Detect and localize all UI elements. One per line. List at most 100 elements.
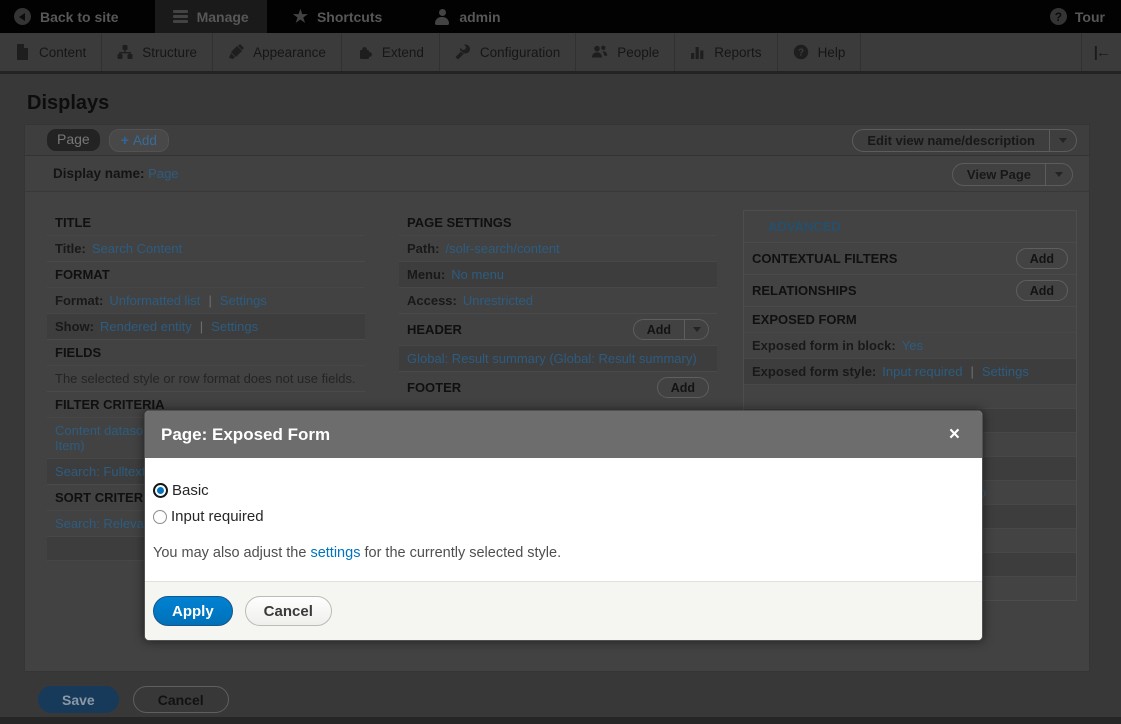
menu-label: Help bbox=[818, 45, 846, 60]
bar-chart-icon bbox=[690, 44, 705, 60]
show-link[interactable]: Rendered entity bbox=[100, 319, 192, 334]
menu-label: People bbox=[617, 45, 659, 60]
section-format: FORMAT bbox=[47, 261, 365, 287]
display-name-label: Display name: bbox=[53, 166, 145, 181]
menu-item-reports[interactable]: Reports bbox=[675, 33, 777, 71]
exposed-style-link[interactable]: Input required bbox=[882, 364, 962, 379]
chevron-down-icon[interactable] bbox=[1045, 164, 1072, 185]
toolbar-item-manage[interactable]: Manage bbox=[155, 0, 267, 33]
back-arrow-icon bbox=[14, 8, 31, 25]
format-settings-link[interactable]: Settings bbox=[220, 293, 267, 308]
admin-label: admin bbox=[459, 9, 500, 25]
path-row: Path:/solr-search/content bbox=[399, 235, 717, 261]
display-tabs-bar: Page + Add Edit view name/description bbox=[25, 125, 1089, 156]
menu-item-people[interactable]: People bbox=[576, 33, 675, 71]
close-icon[interactable]: × bbox=[943, 425, 966, 444]
save-button[interactable]: Save bbox=[38, 686, 119, 713]
manage-label: Manage bbox=[197, 9, 249, 25]
chevron-down-icon[interactable] bbox=[1049, 130, 1076, 151]
menu-row: Menu:No menu bbox=[399, 261, 717, 287]
hamburger-icon bbox=[173, 10, 188, 23]
user-icon bbox=[434, 9, 450, 25]
menu-link[interactable]: No menu bbox=[451, 267, 504, 282]
section-contextual-filters: CONTEXTUAL FILTERS Add bbox=[744, 242, 1076, 274]
menu-label: Reports bbox=[714, 45, 761, 60]
edit-view-name-button[interactable]: Edit view name/description bbox=[852, 129, 1077, 152]
relationships-add-button[interactable]: Add bbox=[1016, 280, 1068, 301]
display-tab-page[interactable]: Page bbox=[47, 129, 100, 151]
back-to-site-button[interactable]: Back to site bbox=[0, 0, 133, 33]
admin-toolbar: Back to site Manage ★ Shortcuts admin ? … bbox=[0, 0, 1121, 33]
format-link[interactable]: Unformatted list bbox=[109, 293, 200, 308]
access-link[interactable]: Unrestricted bbox=[463, 293, 533, 308]
radio-input-required-label: Input required bbox=[171, 508, 264, 525]
menu-label: Configuration bbox=[480, 45, 560, 60]
title-link[interactable]: Search Content bbox=[92, 241, 182, 256]
star-icon: ★ bbox=[293, 8, 308, 25]
toolbar-item-shortcuts[interactable]: ★ Shortcuts bbox=[279, 0, 397, 33]
section-header: HEADER Add bbox=[399, 313, 717, 345]
toolbar-item-admin[interactable]: admin bbox=[420, 0, 514, 33]
dialog-hint: You may also adjust the settings for the… bbox=[153, 545, 966, 561]
paintbrush-icon bbox=[228, 44, 244, 60]
footer-add-button[interactable]: Add bbox=[657, 377, 709, 398]
apply-button[interactable]: Apply bbox=[153, 596, 233, 626]
radio-unselected-icon[interactable] bbox=[153, 510, 167, 524]
dialog-header[interactable]: Page: Exposed Form × bbox=[145, 411, 982, 458]
page-title: Displays bbox=[27, 92, 109, 115]
radio-selected-icon[interactable] bbox=[153, 483, 168, 498]
dialog-body: Basic Input required You may also adjust… bbox=[145, 458, 982, 581]
tour-label: Tour bbox=[1075, 9, 1105, 25]
display-name-bar: Display name: Page View Page bbox=[25, 156, 1089, 192]
add-display-label: Add bbox=[133, 133, 157, 148]
path-link[interactable]: /solr-search/content bbox=[446, 241, 560, 256]
dialog-cancel-button[interactable]: Cancel bbox=[245, 596, 332, 626]
fields-note-row: The selected style or row format does no… bbox=[47, 365, 365, 391]
question-icon: ? bbox=[793, 44, 809, 60]
section-exposed-form: EXPOSED FORM bbox=[744, 306, 1076, 332]
section-relationships: RELATIONSHIPS Add bbox=[744, 274, 1076, 306]
tour-button[interactable]: ? Tour bbox=[1034, 0, 1121, 33]
dialog-title: Page: Exposed Form bbox=[161, 425, 330, 445]
exposed-block-link[interactable]: Yes bbox=[902, 338, 923, 353]
header-add-button[interactable]: Add bbox=[633, 319, 709, 340]
chevron-down-icon[interactable] bbox=[684, 320, 708, 339]
view-page-button[interactable]: View Page bbox=[952, 163, 1073, 186]
show-settings-link[interactable]: Settings bbox=[211, 319, 258, 334]
cancel-button[interactable]: Cancel bbox=[133, 686, 229, 713]
back-to-site-label: Back to site bbox=[40, 9, 119, 25]
menu-item-content[interactable]: Content bbox=[0, 33, 102, 71]
section-footer: FOOTER Add bbox=[399, 371, 717, 403]
radio-option-basic[interactable]: Basic bbox=[153, 482, 966, 499]
menu-item-configuration[interactable]: Configuration bbox=[440, 33, 576, 71]
document-icon bbox=[15, 44, 30, 60]
advanced-link[interactable]: ADVANCED bbox=[768, 219, 841, 234]
result-summary-link[interactable]: Global: Result summary (Global: Result s… bbox=[407, 351, 697, 366]
exposed-style-settings-link[interactable]: Settings bbox=[982, 364, 1029, 379]
wrench-icon bbox=[455, 44, 471, 60]
title-row: Title:Search Content bbox=[47, 235, 365, 261]
header-item-row: Global: Result summary (Global: Result s… bbox=[399, 345, 717, 371]
views-column-second: PAGE SETTINGS Path:/solr-search/content … bbox=[399, 210, 717, 403]
puzzle-icon bbox=[357, 44, 373, 60]
contextual-filters-add-button[interactable]: Add bbox=[1016, 248, 1068, 269]
menu-item-extend[interactable]: Extend bbox=[342, 33, 440, 71]
menu-item-appearance[interactable]: Appearance bbox=[213, 33, 342, 71]
radio-basic-label: Basic bbox=[172, 482, 209, 499]
exposed-style-row: Exposed form style:Input required|Settin… bbox=[744, 358, 1076, 384]
bottom-strip bbox=[0, 717, 1121, 724]
form-actions: Save Cancel bbox=[38, 686, 229, 713]
sitemap-icon bbox=[117, 44, 133, 60]
add-display-button[interactable]: + Add bbox=[109, 129, 169, 152]
settings-link[interactable]: settings bbox=[310, 545, 360, 561]
collapse-tray-button[interactable]: |← bbox=[1081, 33, 1121, 71]
radio-option-input-required[interactable]: Input required bbox=[153, 508, 966, 525]
exposed-block-row: Exposed form in block:Yes bbox=[744, 332, 1076, 358]
advanced-toggle-row: ADVANCED bbox=[744, 211, 1076, 242]
menu-label: Extend bbox=[382, 45, 424, 60]
format-row: Format:Unformatted list|Settings bbox=[47, 287, 365, 313]
display-name-link[interactable]: Page bbox=[148, 166, 178, 181]
menu-item-help[interactable]: ? Help bbox=[778, 33, 862, 71]
menu-item-structure[interactable]: Structure bbox=[102, 33, 213, 71]
admin-menu-tray: Content Structure Appearance Extend Conf… bbox=[0, 33, 1121, 74]
